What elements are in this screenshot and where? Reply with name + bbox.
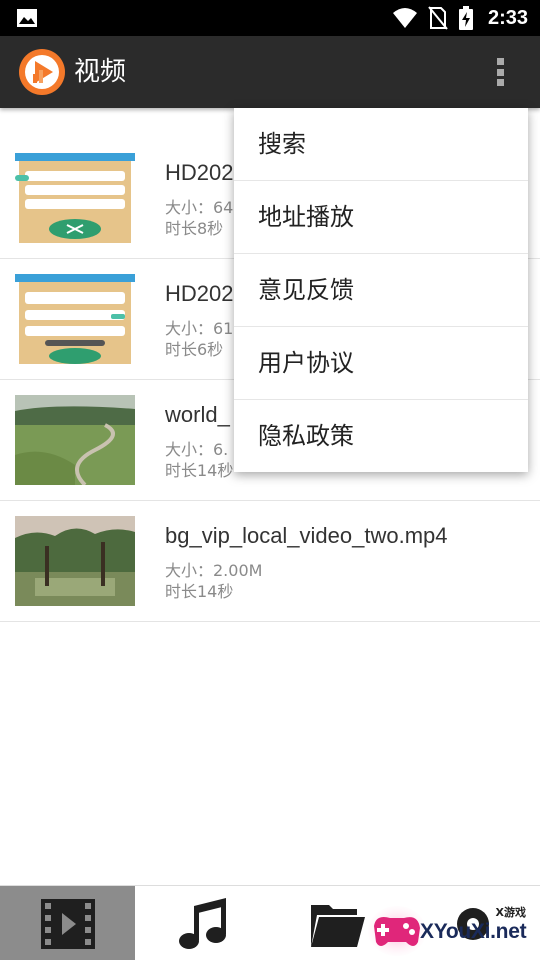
status-time: 2:33 — [487, 6, 528, 29]
video-thumbnail — [15, 274, 135, 364]
menu-item-user-agreement[interactable]: 用户协议 — [234, 327, 528, 400]
video-name: HD202 — [165, 160, 234, 185]
video-name: HD202 — [165, 281, 234, 306]
overflow-menu: 搜索 地址播放 意见反馈 用户协议 隐私政策 — [234, 108, 528, 472]
video-name: bg_vip_local_video_two.mp4 — [165, 523, 448, 548]
page-title: 视频 — [74, 57, 127, 87]
folder-tab-icon — [310, 904, 365, 947]
no-sim-icon — [428, 6, 448, 30]
video-thumbnail — [15, 516, 135, 606]
watermark-small-text: X游戏 — [495, 906, 526, 919]
wifi-icon — [392, 8, 417, 28]
tab-music[interactable] — [135, 886, 270, 960]
video-thumbnail — [15, 395, 135, 485]
tab-video[interactable] — [0, 886, 135, 960]
list-item[interactable]: bg_vip_local_video_two.mp4 大小：2.00M 时长14… — [0, 501, 540, 622]
music-tab-icon — [178, 897, 226, 949]
video-name: world_ — [165, 402, 230, 427]
menu-item-privacy-policy[interactable]: 隐私政策 — [234, 400, 528, 473]
menu-item-search[interactable]: 搜索 — [234, 108, 528, 181]
status-bar: 2:33 — [0, 0, 540, 36]
video-tab-icon — [40, 898, 95, 949]
watermark-text: XYouXi.net — [420, 920, 527, 943]
battery-charging-icon — [458, 6, 473, 30]
menu-item-url-play[interactable]: 地址播放 — [234, 181, 528, 254]
gamepad-logo-icon — [368, 906, 426, 956]
app-bar: 视频 — [0, 36, 540, 108]
menu-item-feedback[interactable]: 意见反馈 — [234, 254, 528, 327]
video-duration: 时长14秒 — [165, 582, 234, 601]
more-vert-icon[interactable] — [488, 54, 512, 90]
watermark: X游戏 XYouXi.net — [368, 896, 540, 960]
gallery-icon — [17, 9, 37, 27]
play-logo-icon — [19, 49, 65, 95]
video-duration: 时长14秒 — [165, 461, 234, 480]
video-duration: 时长6秒 — [165, 340, 224, 359]
video-thumbnail — [15, 153, 135, 243]
video-duration: 时长8秒 — [165, 219, 224, 238]
